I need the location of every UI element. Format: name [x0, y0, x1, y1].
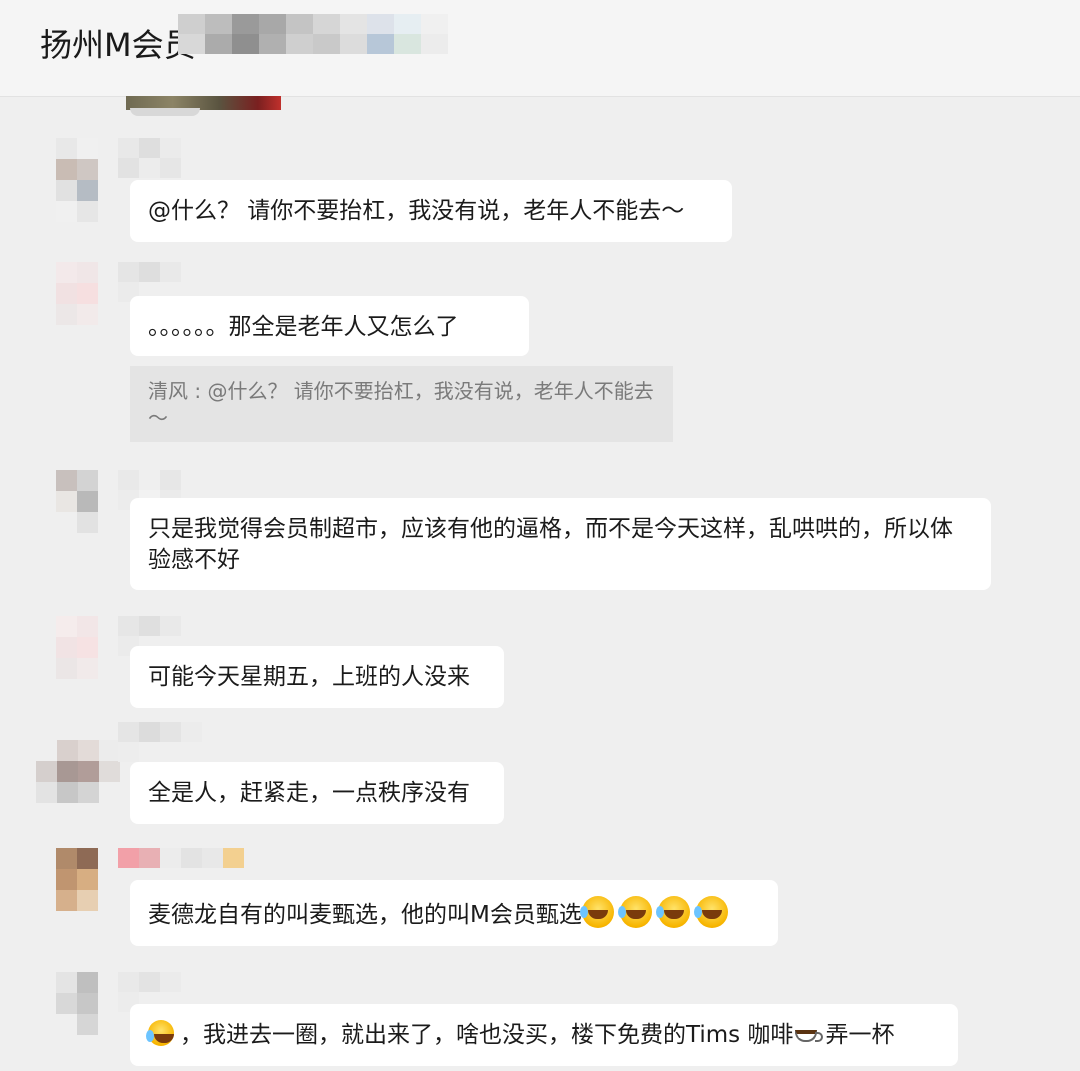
message-bubble[interactable]: 全是人，赶紧走，一点秩序没有: [130, 762, 504, 824]
sender-name-redacted: [118, 138, 181, 178]
message-text-end: 弄一杯: [825, 1022, 895, 1048]
message-bubble[interactable]: 。。。。。。那全是老年人又怎么了: [130, 296, 529, 356]
message-text: @什么？ 请你不要抬杠，我没有说，老年人不能去～: [148, 198, 685, 224]
avatar[interactable]: [56, 972, 98, 1056]
message-bubble[interactable]: 麦德龙自有的叫麦甄选，他的叫M会员甄选: [130, 880, 778, 946]
quoted-text: 清风 : @什么？ 请你不要抬杠，我没有说，老年人不能去～: [148, 379, 654, 430]
avatar[interactable]: [56, 470, 98, 554]
sender-name-redacted: [118, 848, 244, 868]
avatar[interactable]: [56, 262, 98, 346]
loudly-crying-face-icon: [617, 896, 652, 928]
redacted-title-mosaic: [178, 14, 448, 54]
avatar[interactable]: [56, 616, 98, 700]
avatar[interactable]: [56, 848, 98, 911]
chat-header: 扬州M会员: [0, 0, 1080, 97]
message-bubble[interactable]: 只是我觉得会员制超市，应该有他的逼格，而不是今天这样，乱哄哄的，所以体验感不好: [130, 498, 991, 590]
loudly-crying-face-icon: [579, 896, 614, 928]
avatar[interactable]: [56, 138, 98, 222]
message-text: 麦德龙自有的叫麦甄选，他的叫M会员甄选: [148, 902, 582, 928]
loudly-crying-face-icon: [693, 896, 728, 928]
avatar[interactable]: [36, 740, 120, 804]
message-text: ，我进去一圈，就出来了，啥也没买，楼下免费的Tims 咖啡: [180, 1022, 794, 1048]
message-bubble[interactable]: 可能今天星期五，上班的人没来: [130, 646, 504, 708]
message-bubble[interactable]: @什么？ 请你不要抬杠，我没有说，老年人不能去～: [130, 180, 732, 242]
message-text: 只是我觉得会员制超市，应该有他的逼格，而不是今天这样，乱哄哄的，所以体验感不好: [148, 516, 953, 573]
chat-title: 扬州M会员: [40, 26, 196, 64]
quoted-reply[interactable]: 清风 : @什么？ 请你不要抬杠，我没有说，老年人不能去～: [130, 366, 673, 442]
image-message-shadow: [130, 108, 200, 116]
coffee-icon: [795, 1024, 824, 1044]
message-text: 全是人，赶紧走，一点秩序没有: [148, 780, 470, 806]
sender-name-redacted: [118, 722, 202, 762]
tears-of-joy-icon: [146, 1020, 174, 1046]
message-bubble[interactable]: ，我进去一圈，就出来了，啥也没买，楼下免费的Tims 咖啡 弄一杯: [130, 1004, 958, 1066]
message-text: 可能今天星期五，上班的人没来: [148, 664, 470, 690]
loudly-crying-face-icon: [655, 896, 690, 928]
message-text: 。。。。。。那全是老年人又怎么了: [148, 314, 459, 340]
